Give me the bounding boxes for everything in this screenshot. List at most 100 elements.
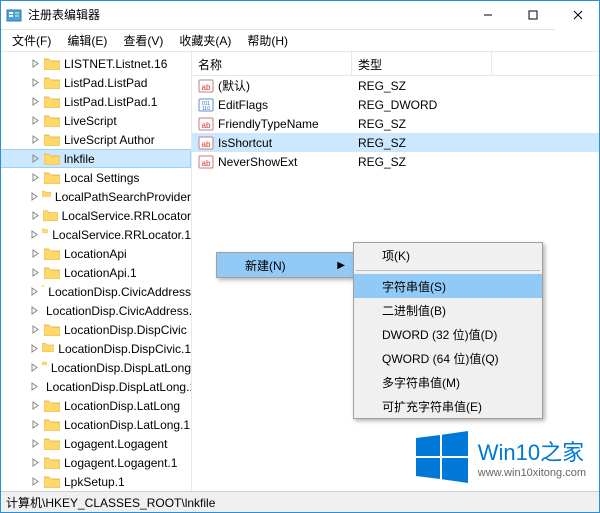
menu-separator [356, 270, 540, 271]
tree-item[interactable]: LocationDisp.DispLatLong [0, 358, 191, 377]
list-row[interactable]: abNeverShowExtREG_SZ [192, 152, 600, 171]
folder-icon [42, 285, 44, 298]
tree-item[interactable]: LocationDisp.LatLong.1 [0, 415, 191, 434]
tree-item-label: LocationDisp.DispLatLong [51, 361, 191, 375]
header-type[interactable]: 类型 [352, 52, 492, 75]
expand-icon[interactable] [30, 172, 41, 183]
expand-icon[interactable] [30, 96, 41, 107]
expand-icon[interactable] [30, 115, 41, 126]
tree-item[interactable]: LocalService.RRLocator [0, 206, 191, 225]
tree-item[interactable]: LocalService.RRLocator.1 [0, 225, 191, 244]
menu-file[interactable]: 文件(F) [4, 30, 59, 51]
expand-icon[interactable] [30, 134, 41, 145]
expand-icon[interactable] [30, 267, 41, 278]
tree-item[interactable]: LiveScript [0, 111, 191, 130]
watermark-text: Win10之家 www.win10xitong.com [478, 435, 586, 479]
submenu-item[interactable]: 多字符串值(M) [354, 370, 542, 394]
tree-item[interactable]: LocationDisp.CivicAddress [0, 282, 191, 301]
tree-item-label: ListPad.ListPad.1 [64, 95, 157, 109]
tree-item[interactable]: Local Settings [0, 168, 191, 187]
tree-item-label: LocationDisp.DispLatLong.1 [46, 380, 192, 394]
tree-item[interactable]: LocationDisp.CivicAddress.1 [0, 301, 191, 320]
expand-icon[interactable] [30, 58, 41, 69]
tree-item[interactable]: LocationDisp.LatLong [0, 396, 191, 415]
cell-name: abIsShortcut [192, 135, 352, 151]
menu-edit[interactable]: 编辑(E) [59, 30, 115, 51]
folder-icon [44, 266, 60, 279]
list-row[interactable]: abFriendlyTypeNameREG_SZ [192, 114, 600, 133]
submenu-item[interactable]: 二进制值(B) [354, 298, 542, 322]
submenu-item[interactable]: 可扩充字符串值(E) [354, 394, 542, 418]
tree-item[interactable]: LocalPathSearchProvider [0, 187, 191, 206]
context-menu: 新建(N) ▶ [216, 252, 354, 278]
tree-item-label: LISTNET.Listnet.16 [64, 57, 167, 71]
expand-icon[interactable] [30, 419, 41, 430]
submenu-item-label: 多字符串值(M) [382, 374, 460, 391]
folder-icon [44, 95, 60, 108]
expand-icon[interactable] [30, 77, 41, 88]
tree-item[interactable]: LocationDisp.DispCivic [0, 320, 191, 339]
tree-item[interactable]: LocationApi [0, 244, 191, 263]
context-submenu: 项(K) 字符串值(S)二进制值(B)DWORD (32 位)值(D) QWORD … [353, 242, 543, 419]
expand-icon[interactable] [30, 210, 40, 221]
list-row[interactable]: 011110EditFlagsREG_DWORD [192, 95, 600, 114]
tree-item-label: ListPad.ListPad [64, 76, 147, 90]
tree-item-label: LocalPathSearchProvider [55, 190, 191, 204]
tree-item[interactable]: LiveScript Author [0, 130, 191, 149]
expand-icon[interactable] [30, 229, 39, 240]
expand-icon[interactable] [30, 400, 41, 411]
submenu-item[interactable]: DWORD (32 位)值(D) [354, 322, 542, 346]
submenu-item[interactable]: 项(K) [354, 243, 542, 267]
submenu-item[interactable]: QWORD (64 位)值(Q) [354, 346, 542, 370]
menu-help[interactable]: 帮助(H) [239, 30, 296, 51]
submenu-item[interactable]: 字符串值(S) [354, 274, 542, 298]
tree-pane[interactable]: LISTNET.Listnet.16 ListPad.ListPad ListPad… [0, 52, 192, 491]
expand-icon[interactable] [30, 381, 39, 392]
menu-favorites[interactable]: 收藏夹(A) [171, 30, 239, 51]
expand-icon[interactable] [30, 438, 41, 449]
tree-item[interactable]: Logagent.Logagent.1 [0, 453, 191, 472]
expand-icon[interactable] [30, 286, 39, 297]
value-name: EditFlags [218, 98, 268, 112]
folder-icon [43, 209, 58, 222]
expand-icon[interactable] [30, 305, 39, 316]
tree-item[interactable]: LISTNET.Listnet.16 [0, 54, 191, 73]
tree-item[interactable]: LocationDisp.DispLatLong.1 [0, 377, 191, 396]
menu-item-new[interactable]: 新建(N) ▶ [217, 253, 353, 277]
list-row[interactable]: abIsShortcutREG_SZ [192, 133, 600, 152]
tree: LISTNET.Listnet.16 ListPad.ListPad ListPad… [0, 52, 191, 491]
expand-icon[interactable] [30, 153, 41, 164]
header-name[interactable]: 名称 [192, 52, 352, 75]
submenu-item-label: QWORD (64 位)值(Q) [382, 350, 499, 367]
submenu-item-label: 可扩充字符串值(E) [382, 398, 482, 415]
cell-type: REG_DWORD [352, 98, 492, 112]
expand-icon[interactable] [30, 324, 41, 335]
svg-text:ab: ab [202, 140, 211, 149]
cell-name: ab FriendlyTypeName [192, 116, 352, 132]
tree-item-label: LiveScript [64, 114, 117, 128]
value-name: FriendlyTypeName [218, 117, 319, 131]
tree-item[interactable]: lnkfile [0, 149, 191, 168]
menu-view[interactable]: 查看(V) [115, 30, 171, 51]
tree-item[interactable]: ListPad.ListPad.1 [0, 92, 191, 111]
tree-item[interactable]: LocationDisp.DispCivic.1 [0, 339, 191, 358]
expand-icon[interactable] [30, 191, 39, 202]
tree-item[interactable]: Logagent.Logagent [0, 434, 191, 453]
expand-icon[interactable] [30, 457, 41, 468]
submenu-arrow-icon: ▶ [337, 260, 345, 271]
expand-icon[interactable] [30, 343, 39, 354]
minimize-button[interactable] [465, 0, 510, 30]
window-controls [465, 0, 600, 30]
expand-icon[interactable] [30, 362, 39, 373]
tree-item[interactable]: ListPad.ListPad [0, 73, 191, 92]
list-row[interactable]: ab(默认)REG_SZ [192, 76, 600, 95]
tree-item-label: Local Settings [64, 171, 139, 185]
expand-icon[interactable] [30, 476, 41, 487]
maximize-button[interactable] [510, 0, 555, 30]
tree-item[interactable]: LocationApi.1 [0, 263, 191, 282]
svg-text:ab: ab [202, 121, 211, 130]
tree-item-label: lnkfile [64, 152, 95, 166]
tree-item[interactable]: LpkSetup.1 [0, 472, 191, 491]
expand-icon[interactable] [30, 248, 41, 259]
close-button[interactable] [555, 0, 600, 30]
